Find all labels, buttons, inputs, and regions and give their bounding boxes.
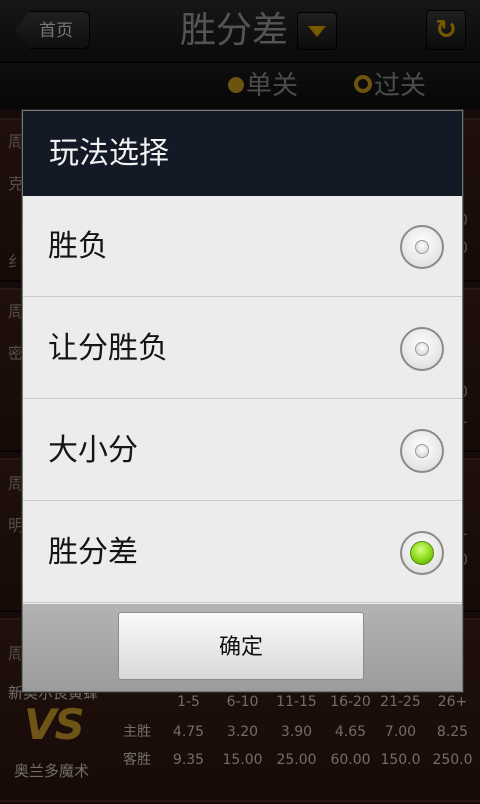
option-handicap-win-lose[interactable]: 让分胜负 (23, 298, 462, 399)
option-winning-margin[interactable]: 胜分差 (23, 502, 462, 603)
option-label: 胜负 (48, 229, 108, 264)
option-label: 大小分 (48, 433, 138, 468)
radio-checked-icon[interactable] (400, 531, 444, 575)
radio-icon[interactable] (400, 327, 444, 371)
confirm-button[interactable]: 确定 (118, 612, 364, 680)
option-win-lose[interactable]: 胜负 (23, 196, 462, 297)
option-label: 胜分差 (48, 535, 138, 570)
radio-icon[interactable] (400, 225, 444, 269)
option-label: 让分胜负 (48, 331, 168, 366)
dialog-footer: 确定 (23, 604, 462, 691)
radio-icon[interactable] (400, 429, 444, 473)
play-type-dialog: 玩法选择 胜负 让分胜负 大小分 胜分差 确定 (22, 110, 463, 692)
dialog-title: 玩法选择 (23, 111, 462, 196)
option-over-under[interactable]: 大小分 (23, 400, 462, 501)
